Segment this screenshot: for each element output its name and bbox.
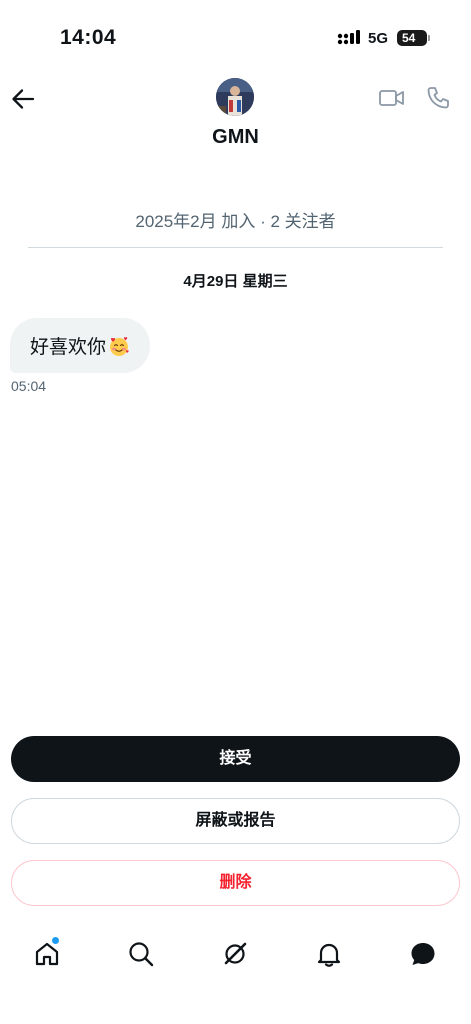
home-icon bbox=[35, 942, 59, 966]
date-separator: 4月29日 星期三 bbox=[183, 273, 288, 290]
message-timestamp: 05:04 bbox=[11, 378, 47, 394]
search-icon bbox=[129, 942, 154, 967]
message-bubble[interactable]: 好喜欢你 bbox=[10, 318, 151, 373]
accept-button[interactable]: 接受 bbox=[11, 736, 460, 782]
status-bar: 14:04 5G 54 bbox=[0, 0, 471, 70]
home-notification-dot bbox=[52, 937, 59, 944]
cellular-signal-icon bbox=[337, 30, 360, 45]
contact-name[interactable]: GMN bbox=[0, 126, 471, 149]
dm-screen: 14:04 5G 54 GMN 2025年2月 加入 · 2 关注者 4月29日… bbox=[0, 0, 471, 1024]
bottom-tab-bar bbox=[0, 930, 471, 980]
phone-call-icon[interactable] bbox=[425, 85, 451, 111]
tab-notifications[interactable] bbox=[315, 940, 343, 968]
tab-search[interactable] bbox=[127, 940, 155, 968]
tab-home[interactable] bbox=[33, 937, 61, 968]
smiling-face-with-hearts-emoji-icon bbox=[110, 336, 129, 356]
tab-messages[interactable] bbox=[409, 940, 437, 968]
back-arrow-icon[interactable] bbox=[10, 86, 36, 112]
tab-grok[interactable] bbox=[221, 940, 249, 968]
network-type: 5G bbox=[368, 30, 389, 47]
grok-icon bbox=[224, 942, 247, 965]
status-time: 14:04 bbox=[60, 26, 117, 49]
profile-join-info: 2025年2月 加入 · 2 关注者 bbox=[135, 212, 336, 231]
battery-indicator: 54 bbox=[397, 30, 430, 46]
delete-button[interactable]: 删除 bbox=[11, 860, 460, 906]
avatar[interactable] bbox=[216, 78, 254, 116]
messages-icon bbox=[411, 943, 435, 965]
divider bbox=[28, 247, 443, 248]
notifications-bell-icon bbox=[317, 943, 341, 967]
block-or-report-button[interactable]: 屏蔽或报告 bbox=[11, 798, 460, 844]
message-text: 好喜欢你 bbox=[30, 337, 107, 358]
avatar-image bbox=[216, 78, 254, 116]
battery-level: 54 bbox=[402, 31, 416, 45]
video-call-icon[interactable] bbox=[378, 86, 406, 110]
